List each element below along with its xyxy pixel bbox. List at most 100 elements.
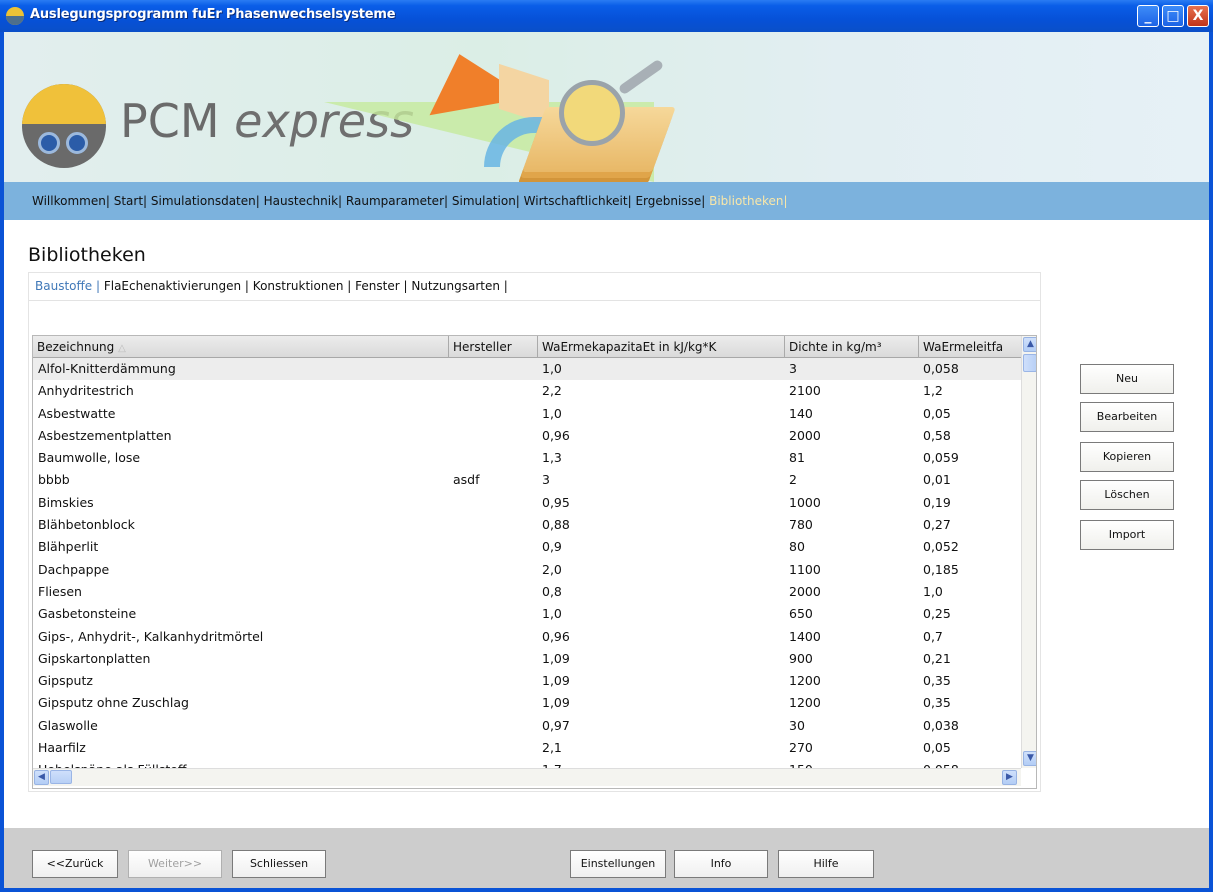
settings-button[interactable]: Einstellungen xyxy=(570,850,666,878)
main-navigation: Willkommen| Start| Simulationsdaten| Hau… xyxy=(4,182,1209,220)
table-cell: 30 xyxy=(789,717,805,733)
table-cell: 80 xyxy=(789,539,805,555)
table-cell: Anhydritestrich xyxy=(38,383,134,399)
horizontal-scroll-thumb[interactable] xyxy=(50,770,72,784)
column-header-waermekapazitaet[interactable]: WaErmekapazitaEt in kJ/kg*K xyxy=(538,336,785,358)
column-header-hersteller[interactable]: Hersteller xyxy=(449,336,538,358)
window-title: Auslegungsprogramm fuEr Phasenwechselsys… xyxy=(30,7,396,22)
nav-item-wirtschaftlichkeit[interactable]: Wirtschaftlichkeit| xyxy=(524,194,632,208)
table-cell: 1,0 xyxy=(923,583,943,599)
table-row[interactable]: Gipskartonplatten 1,09 900 0,21 xyxy=(33,648,1023,670)
nav-item-willkommen[interactable]: Willkommen| xyxy=(32,194,110,208)
app-icon xyxy=(6,7,24,25)
table-cell: 650 xyxy=(789,606,813,622)
close-app-button[interactable]: Schliessen xyxy=(232,850,326,878)
nav-item-simulationsdaten[interactable]: Simulationsdaten| xyxy=(151,194,260,208)
table-row[interactable]: Gasbetonsteine 1,0 650 0,25 xyxy=(33,603,1023,625)
scroll-down-icon[interactable]: ▼ xyxy=(1023,751,1036,766)
table-cell: 1,09 xyxy=(542,695,570,711)
help-button[interactable]: Hilfe xyxy=(778,850,874,878)
table-row[interactable]: bbbb asdf 3 2 0,01 xyxy=(33,469,1023,491)
edit-button[interactable]: Bearbeiten xyxy=(1080,402,1174,432)
tab-fenster[interactable]: Fenster | xyxy=(355,279,407,293)
table-cell: Blähperlit xyxy=(38,539,99,555)
table-cell: 1,09 xyxy=(542,673,570,689)
table-row[interactable]: Alfol-Knitterdämmung 1,0 3 0,058 xyxy=(33,358,1023,381)
column-header-waermeleitfaehigkeit[interactable]: WaErmeleitfa xyxy=(919,336,1023,358)
nav-item-ergebnisse[interactable]: Ergebnisse| xyxy=(635,194,705,208)
table-row[interactable]: Bimskies 0,95 1000 0,19 xyxy=(33,492,1023,514)
table-cell: 780 xyxy=(789,517,813,533)
vertical-scrollbar[interactable]: ▲ ▼ xyxy=(1021,336,1036,768)
table-row[interactable]: Glaswolle 0,97 30 0,038 xyxy=(33,715,1023,737)
back-button[interactable]: <<Zurück xyxy=(32,850,118,878)
table-cell: 2 xyxy=(789,472,797,488)
tab-baustoffe[interactable]: Baustoffe | xyxy=(35,279,100,293)
table-cell: Asbestwatte xyxy=(38,405,116,421)
import-button[interactable]: Import xyxy=(1080,520,1174,550)
title-bar: Auslegungsprogramm fuEr Phasenwechselsys… xyxy=(0,0,1213,32)
table-cell: 0,7 xyxy=(923,628,943,644)
nav-item-raumparameter[interactable]: Raumparameter| xyxy=(346,194,448,208)
close-button[interactable]: X xyxy=(1187,5,1209,27)
table-header: Bezeichnung △ Hersteller WaErmekapazitaE… xyxy=(33,336,1023,358)
table-row[interactable]: Haarfilz 2,1 270 0,05 xyxy=(33,737,1023,759)
scroll-up-icon[interactable]: ▲ xyxy=(1023,337,1036,352)
table-row[interactable]: Dachpappe 2,0 1100 0,185 xyxy=(33,559,1023,581)
nav-item-simulation[interactable]: Simulation| xyxy=(452,194,520,208)
table-cell: 0,97 xyxy=(542,717,570,733)
table-row[interactable]: Gipsputz ohne Zuschlag 1,09 1200 0,35 xyxy=(33,692,1023,714)
table-cell: 1200 xyxy=(789,695,821,711)
delete-button[interactable]: Löschen xyxy=(1080,480,1174,510)
table-cell: 81 xyxy=(789,450,805,466)
table-cell: 1,09 xyxy=(542,650,570,666)
scroll-left-icon[interactable]: ◀ xyxy=(34,770,49,785)
table-row[interactable]: Asbestzementplatten 0,96 2000 0,58 xyxy=(33,425,1023,447)
page-title: Bibliotheken xyxy=(28,244,146,266)
maximize-button[interactable]: □ xyxy=(1162,5,1184,27)
table-row[interactable]: Gipsputz 1,09 1200 0,35 xyxy=(33,670,1023,692)
table-cell: 0,038 xyxy=(923,717,959,733)
table-row[interactable]: Gips-, Anhydrit-, Kalkanhydritmörtel 0,96… xyxy=(33,626,1023,648)
tab-konstruktionen[interactable]: Konstruktionen | xyxy=(253,279,352,293)
column-header-dichte[interactable]: Dichte in kg/m³ xyxy=(785,336,919,358)
scroll-right-icon[interactable]: ▶ xyxy=(1002,770,1017,785)
table-cell: 1,0 xyxy=(542,361,562,376)
table-row[interactable]: Blähbetonblock 0,88 780 0,27 xyxy=(33,514,1023,536)
library-panel: Baustoffe | FlaEchenaktivierungen | Kons… xyxy=(28,272,1041,792)
tab-nutzungsarten[interactable]: Nutzungsarten | xyxy=(411,279,508,293)
new-button[interactable]: Neu xyxy=(1080,364,1174,394)
info-button[interactable]: Info xyxy=(674,850,768,878)
table-row[interactable]: Blähperlit 0,9 80 0,052 xyxy=(33,536,1023,558)
nav-item-bibliotheken[interactable]: Bibliotheken| xyxy=(709,194,787,208)
tab-flaechenaktivierungen[interactable]: FlaEchenaktivierungen | xyxy=(104,279,249,293)
table-cell: Bimskies xyxy=(38,494,94,510)
table-row[interactable]: Fliesen 0,8 2000 1,0 xyxy=(33,581,1023,603)
table-row[interactable]: Anhydritestrich 2,2 2100 1,2 xyxy=(33,380,1023,402)
table-cell: 1200 xyxy=(789,673,821,689)
nav-item-haustechnik[interactable]: Haustechnik| xyxy=(264,194,342,208)
table-cell: 0,96 xyxy=(542,427,570,443)
table-cell: 0,052 xyxy=(923,539,959,555)
pcm-logo-icon xyxy=(22,84,106,168)
magnifier-icon xyxy=(559,80,625,146)
table-cell: Alfol-Knitterdämmung xyxy=(38,361,176,376)
table-row[interactable]: Hobelspäne als Füllstoff1,71500,058 xyxy=(33,759,1023,768)
minimize-button[interactable]: _ xyxy=(1137,5,1159,27)
table-cell: 2000 xyxy=(789,583,821,599)
table-row[interactable]: Asbestwatte 1,0 140 0,05 xyxy=(33,403,1023,425)
copy-button[interactable]: Kopieren xyxy=(1080,442,1174,472)
table-row[interactable]: Baumwolle, lose 1,3 81 0,059 xyxy=(33,447,1023,469)
column-header-bezeichnung[interactable]: Bezeichnung △ xyxy=(33,336,449,358)
library-tabs: Baustoffe | FlaEchenaktivierungen | Kons… xyxy=(29,273,1040,301)
table-body: Alfol-Knitterdämmung 1,0 3 0,058 Anhydritest… xyxy=(33,358,1023,768)
table-cell: Asbestzementplatten xyxy=(38,427,172,443)
next-button[interactable]: Weiter>> xyxy=(128,850,222,878)
table-cell: bbbb xyxy=(38,472,70,488)
vertical-scroll-thumb[interactable] xyxy=(1023,354,1036,372)
horizontal-scrollbar[interactable]: ◀ ▶ xyxy=(33,768,1021,786)
table-cell: 1,3 xyxy=(542,450,562,466)
nav-item-start[interactable]: Start| xyxy=(114,194,147,208)
sort-ascending-icon: △ xyxy=(118,343,126,354)
table-cell: Glaswolle xyxy=(38,717,98,733)
